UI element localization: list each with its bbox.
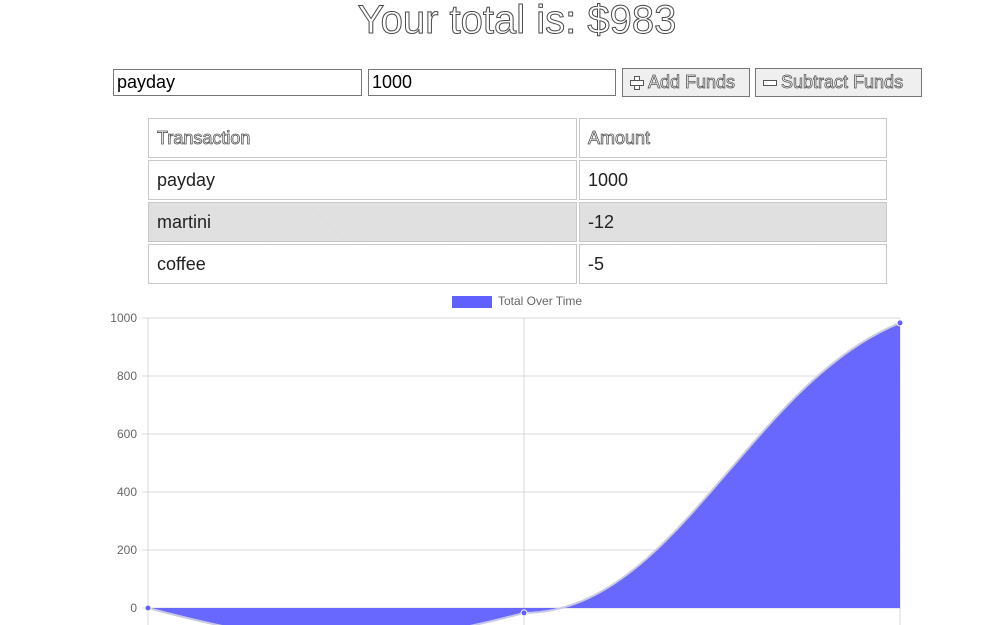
budget-tracker-page: Your total is: $983 Add Funds Subtract F…	[0, 0, 999, 625]
header-amount: Amount	[579, 118, 887, 158]
add-funds-label: Add Funds	[648, 72, 736, 93]
add-funds-button[interactable]: Add Funds	[622, 68, 750, 97]
table-row: martini -12	[148, 202, 887, 242]
y-tick-label: 600	[117, 427, 137, 441]
chart-legend: Total Over Time	[452, 294, 582, 308]
legend-swatch	[452, 296, 492, 308]
transaction-name-cell: martini	[148, 202, 577, 242]
transaction-amount-cell: 1000	[579, 160, 887, 200]
minus-icon	[762, 75, 778, 91]
data-point	[520, 609, 528, 617]
table-row: payday 1000	[148, 160, 887, 200]
y-axis: 0 200 400 600 800 1000	[110, 311, 137, 615]
subtract-funds-label: Subtract Funds	[781, 72, 904, 93]
y-tick-label: 800	[117, 369, 137, 383]
data-point	[896, 319, 904, 327]
table-row: coffee -5	[148, 244, 887, 284]
table-header-row: Transaction Amount	[148, 118, 887, 158]
transaction-name-cell: payday	[148, 160, 577, 200]
legend-label: Total Over Time	[498, 294, 582, 308]
total-over-time-chart: 0 200 400 600 800 1000 Total Over Time	[110, 294, 904, 625]
plus-icon	[629, 75, 645, 91]
transaction-name-input[interactable]	[113, 69, 362, 96]
transaction-amount-input[interactable]	[368, 69, 616, 96]
y-tick-label: 1000	[110, 311, 137, 325]
data-point	[144, 604, 152, 612]
transaction-amount-cell: -5	[579, 244, 887, 284]
transaction-amount-cell: -12	[579, 202, 887, 242]
y-tick-label: 200	[117, 543, 137, 557]
y-tick-label: 400	[117, 485, 137, 499]
transactions-table: Transaction Amount payday 1000 martini -…	[146, 116, 889, 286]
header-transaction: Transaction	[148, 118, 577, 158]
subtract-funds-button[interactable]: Subtract Funds	[755, 68, 922, 97]
transaction-name-cell: coffee	[148, 244, 577, 284]
total-heading: Your total is: $983	[357, 0, 677, 43]
y-tick-label: 0	[130, 601, 137, 615]
